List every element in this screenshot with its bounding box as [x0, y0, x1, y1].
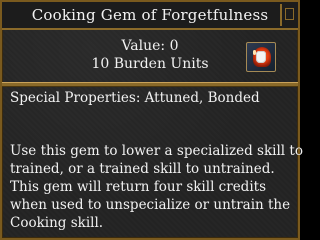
close-tab-icon[interactable] [280, 4, 296, 26]
description-line: when used to unspecialize or untrain the [10, 197, 291, 213]
gem-hand-icon [256, 51, 266, 63]
divider [2, 82, 298, 87]
description-line: This gem will return four skill credits [10, 179, 266, 195]
title-bar: Cooking Gem of Forgetfulness [2, 2, 298, 30]
description-line: Cooking skill. [10, 215, 104, 231]
window-title: Cooking Gem of Forgetfulness [31, 6, 269, 24]
special-properties: Special Properties: Attuned, Bonded [10, 90, 260, 106]
description-line: trained, or a trained skill to untrained… [10, 161, 275, 177]
item-examine-panel: Cooking Gem of Forgetfulness Value: 0 10… [0, 0, 303, 240]
description-line: Use this gem to lower a specialized skil… [10, 143, 303, 159]
item-description: Use this gem to lower a specialized skil… [10, 142, 303, 232]
cooking-gem-icon[interactable] [246, 42, 276, 72]
gem-shine-icon [253, 50, 256, 55]
